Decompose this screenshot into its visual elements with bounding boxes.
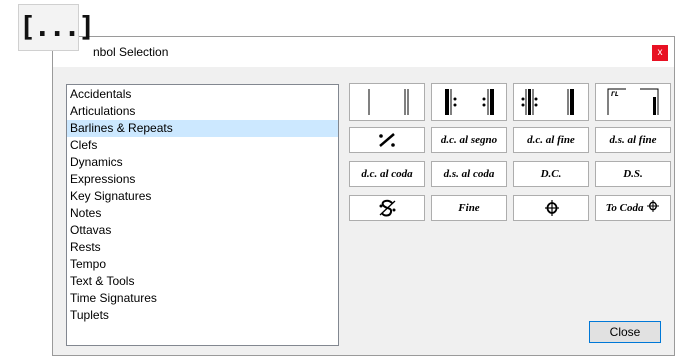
- simile-button[interactable]: [349, 127, 425, 153]
- list-item[interactable]: Accidentals: [67, 86, 338, 103]
- dc-button[interactable]: D.C.: [513, 161, 589, 187]
- double-repeat-final-button[interactable]: [513, 83, 589, 121]
- symbol-selection-dialog: nbol Selection x Accidentals Articulation…: [52, 36, 675, 356]
- coda-icon: [545, 200, 559, 216]
- simile-icon: [379, 133, 395, 147]
- list-item[interactable]: Barlines & Repeats: [67, 120, 338, 137]
- repeat-pair-button[interactable]: [431, 83, 507, 121]
- list-item[interactable]: Time Signatures: [67, 290, 338, 307]
- barline-pair-button[interactable]: [349, 83, 425, 121]
- start-repeat-icon: [445, 89, 494, 115]
- list-item[interactable]: Articulations: [67, 103, 338, 120]
- svg-text:ΓL: ΓL: [611, 91, 619, 98]
- fine-label: Fine: [458, 202, 480, 214]
- list-item[interactable]: Tuplets: [67, 307, 338, 324]
- first-ending-icon: ΓL: [607, 88, 659, 115]
- list-item[interactable]: Clefs: [67, 137, 338, 154]
- title-bar: nbol Selection x: [53, 37, 674, 67]
- list-item[interactable]: Expressions: [67, 171, 338, 188]
- list-item[interactable]: Ottavas: [67, 222, 338, 239]
- fine-button[interactable]: Fine: [431, 195, 507, 221]
- list-item[interactable]: Notes: [67, 205, 338, 222]
- ellipsis-bracket-icon: [...]: [18, 4, 95, 51]
- ds-label: D.S.: [623, 168, 643, 180]
- dc-al-segno-button[interactable]: d.c. al segno: [431, 127, 507, 153]
- ds-al-fine-button[interactable]: d.s. al fine: [595, 127, 671, 153]
- dc-al-fine-button[interactable]: d.c. al fine: [513, 127, 589, 153]
- dc-label: D.C.: [540, 168, 562, 180]
- category-list[interactable]: Accidentals Articulations Barlines & Repea…: [66, 84, 339, 346]
- ds-button[interactable]: D.S.: [595, 161, 671, 187]
- ending-pair-button[interactable]: ΓL: [595, 83, 671, 121]
- close-button[interactable]: Close: [589, 321, 661, 343]
- ds-al-fine-label: d.s. al fine: [609, 134, 657, 146]
- single-barline-icon: [368, 89, 409, 115]
- double-repeat-icon: [521, 89, 574, 115]
- dc-al-segno-label: d.c. al segno: [440, 134, 498, 146]
- dialog-title: nbol Selection: [93, 45, 169, 59]
- close-window-button[interactable]: x: [652, 45, 668, 61]
- dc-al-coda-button[interactable]: d.c. al coda: [349, 161, 425, 187]
- list-item[interactable]: Dynamics: [67, 154, 338, 171]
- ds-al-coda-button[interactable]: d.s. al coda: [431, 161, 507, 187]
- list-item[interactable]: Key Signatures: [67, 188, 338, 205]
- coda-small-icon: [647, 200, 660, 212]
- dc-al-fine-label: d.c. al fine: [527, 134, 575, 146]
- to-coda-content: To Coda: [596, 196, 670, 220]
- coda-button[interactable]: [513, 195, 589, 221]
- ds-al-coda-label: d.s. al coda: [443, 168, 495, 180]
- segno-button[interactable]: [349, 195, 425, 221]
- list-item[interactable]: Text & Tools: [67, 273, 338, 290]
- segno-icon: [379, 199, 396, 217]
- list-item[interactable]: Rests: [67, 239, 338, 256]
- to-coda-button[interactable]: To Coda: [595, 195, 671, 221]
- list-item[interactable]: Tempo: [67, 256, 338, 273]
- to-coda-label: To Coda: [605, 202, 644, 214]
- dc-al-coda-label: d.c. al coda: [361, 168, 413, 180]
